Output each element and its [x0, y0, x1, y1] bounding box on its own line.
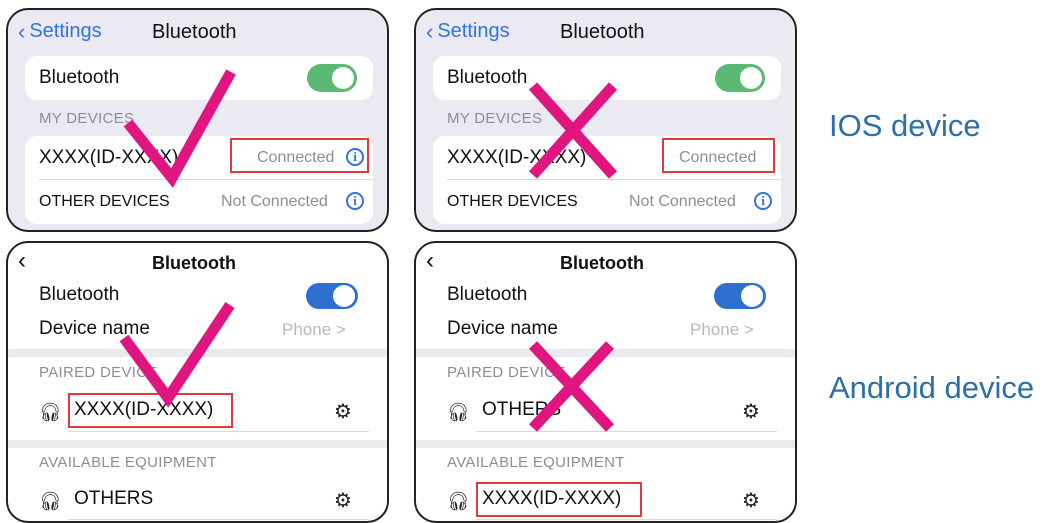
marks-overlay [119, 69, 618, 432]
ios-caption: IOS device [829, 108, 981, 143]
android-caption: Android device [829, 370, 1035, 405]
check-mark-icon [123, 69, 236, 188]
check-mark-icon [119, 301, 235, 408]
